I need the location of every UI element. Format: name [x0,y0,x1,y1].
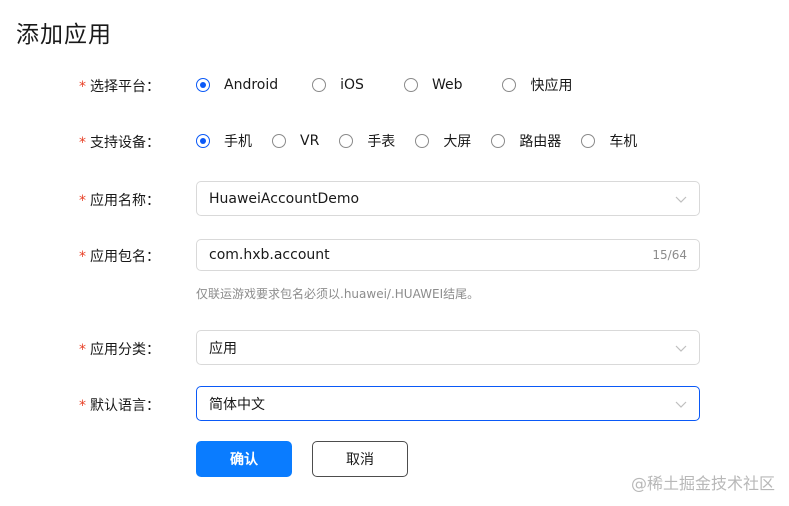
package-name-value: com.hxb.account [209,247,330,263]
category-label: * 应用分类： [60,339,160,359]
package-name-hint: 仅联运游戏要求包名必须以.huawei/.HUAWEI结尾。 [196,287,480,301]
language-select[interactable]: 简体中文 [196,386,700,421]
language-value: 简体中文 [209,396,265,413]
required-mark: * [79,342,86,358]
required-mark: * [79,135,86,151]
radio-label: 大屏 [443,134,472,150]
app-name-select[interactable]: HuaweiAccountDemo [196,181,700,216]
package-name-input[interactable]: com.hxb.account 15/64 [196,239,700,271]
required-mark: * [79,79,86,95]
platform-label: * 选择平台： [60,76,160,96]
radio-circle-icon[interactable] [196,134,210,148]
radio-circle-icon[interactable] [196,78,210,92]
radio-label: 手表 [367,134,396,150]
required-mark: * [79,193,86,209]
chevron-down-icon [675,401,687,408]
radio-label: Android [224,77,279,93]
radio-device-vr[interactable]: VR [272,133,319,149]
radio-label: 手机 [224,134,252,150]
radio-device-screen[interactable]: 大屏 [415,131,471,151]
confirm-button[interactable]: 确认 [196,441,292,477]
cancel-button[interactable]: 取消 [312,441,408,477]
radio-circle-icon[interactable] [403,78,418,92]
device-label: * 支持设备： [60,132,160,152]
radio-label: iOS [340,77,364,93]
radio-label: 车机 [609,134,638,150]
required-mark: * [79,398,86,414]
radio-circle-icon[interactable] [502,78,517,92]
radio-circle-icon[interactable] [581,134,596,148]
radio-label: 快应用 [530,78,573,94]
radio-circle-icon[interactable] [415,134,430,148]
device-label-text: 支持设备： [90,135,160,151]
app-name-value: HuaweiAccountDemo [209,190,360,207]
app-name-label: * 应用名称： [60,190,160,210]
language-label: * 默认语言： [60,395,160,415]
category-label-text: 应用分类： [90,342,160,358]
language-label-text: 默认语言： [90,398,160,414]
radio-circle-icon[interactable] [272,134,286,148]
category-select[interactable]: 应用 [196,330,700,365]
radio-platform-ios[interactable]: iOS [312,77,364,93]
watermark: @稀土掘金技术社区 [630,474,775,493]
radio-platform-android[interactable]: Android [196,77,278,93]
radio-circle-icon[interactable] [491,134,506,148]
radio-label: 路由器 [519,134,562,150]
radio-device-watch[interactable]: 手表 [339,131,395,151]
radio-label: VR [300,133,320,149]
category-value: 应用 [209,340,237,357]
radio-platform-quickapp[interactable]: 快应用 [502,75,572,95]
required-mark: * [79,249,86,265]
platform-radio-group: Android iOS Web 快应用 [196,75,572,95]
chevron-down-icon [675,196,687,203]
radio-label: Web [431,77,463,93]
package-name-label: * 应用包名： [60,246,160,266]
radio-device-router[interactable]: 路由器 [491,131,561,151]
platform-label-text: 选择平台： [90,79,160,95]
app-name-label-text: 应用名称： [90,193,160,209]
radio-circle-icon[interactable] [312,78,327,92]
radio-circle-icon[interactable] [339,134,354,148]
radio-device-phone[interactable]: 手机 [196,131,252,151]
page-title: 添加应用 [16,22,112,48]
radio-device-car[interactable]: 车机 [581,131,637,151]
package-name-label-text: 应用包名： [90,249,160,265]
char-counter: 15/64 [652,248,687,262]
chevron-down-icon [675,345,687,352]
radio-platform-web[interactable]: Web [403,77,463,93]
device-radio-group: 手机 VR 手表 大屏 路由器 车机 [196,131,637,151]
